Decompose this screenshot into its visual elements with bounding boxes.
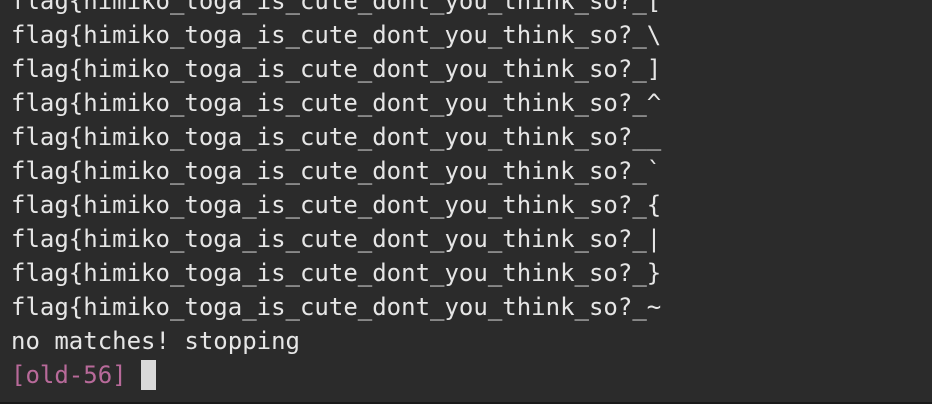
- output-line: flag{himiko_toga_is_cute_dont_you_think_…: [11, 123, 662, 151]
- output-line: flag{himiko_toga_is_cute_dont_you_think_…: [11, 0, 662, 15]
- shell-prompt: [old-56]: [11, 361, 127, 389]
- output-line: flag{himiko_toga_is_cute_dont_you_think_…: [11, 55, 662, 83]
- command-prompt-line[interactable]: [old-56]: [11, 358, 932, 392]
- terminal-output: flag{himiko_toga_is_cute_dont_you_think_…: [11, 0, 932, 392]
- output-line: flag{himiko_toga_is_cute_dont_you_think_…: [11, 21, 662, 49]
- output-line: flag{himiko_toga_is_cute_dont_you_think_…: [11, 157, 662, 185]
- output-line: flag{himiko_toga_is_cute_dont_you_think_…: [11, 225, 662, 253]
- terminal-window[interactable]: flag{himiko_toga_is_cute_dont_you_think_…: [0, 0, 932, 404]
- output-line: flag{himiko_toga_is_cute_dont_you_think_…: [11, 191, 662, 219]
- status-line: no matches! stopping: [11, 327, 300, 355]
- text-cursor: [140, 360, 156, 390]
- output-line: flag{himiko_toga_is_cute_dont_you_think_…: [11, 89, 662, 117]
- output-line: flag{himiko_toga_is_cute_dont_you_think_…: [11, 293, 662, 321]
- output-line: flag{himiko_toga_is_cute_dont_you_think_…: [11, 259, 662, 287]
